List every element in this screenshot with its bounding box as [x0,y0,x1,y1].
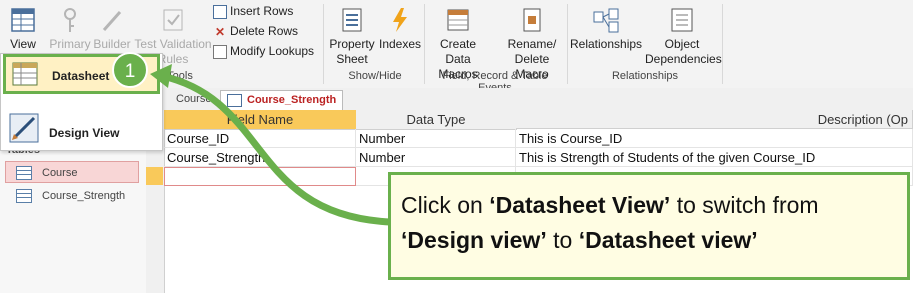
step-badge: 1 [112,52,148,88]
callout-text: to switch from [670,192,819,218]
callout-text: to [546,227,579,253]
callout-text: Click on [401,192,490,218]
callout-bold-text: ‘Datasheet view’ [578,227,758,253]
callout-line-2: ‘Design view’ to ‘Datasheet view’ [401,223,907,258]
callout-bold-text: ‘Design view’ [401,227,547,253]
instruction-callout: Click on ‘Datasheet View’ to switch from… [388,172,910,280]
callout-line-1: Click on ‘Datasheet View’ to switch from [401,188,907,223]
callout-bold-text: ‘Datasheet View’ [489,192,671,218]
